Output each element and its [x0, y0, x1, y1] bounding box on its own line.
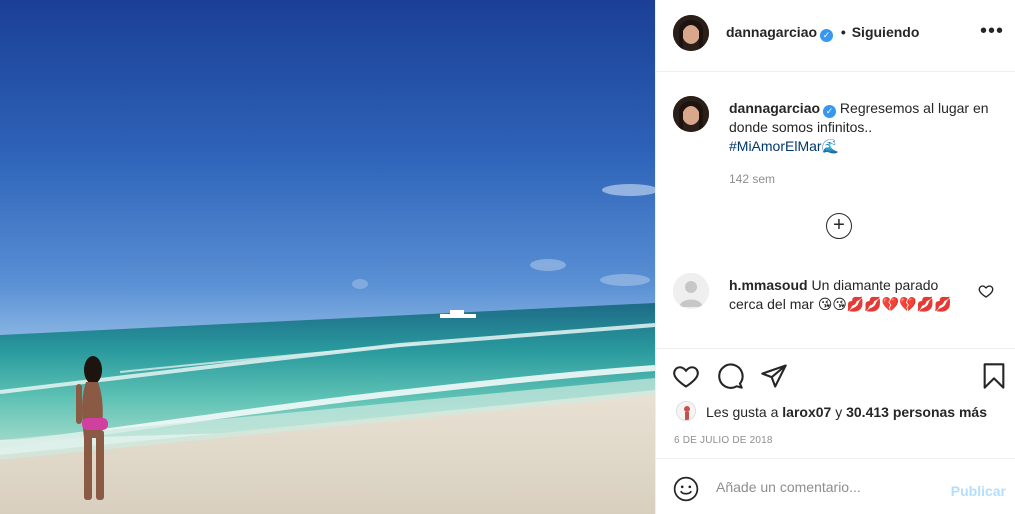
- likes-count[interactable]: 30.413 personas más: [846, 404, 987, 420]
- author-username[interactable]: dannagarciao ✓ • Siguiendo: [726, 24, 919, 42]
- verified-badge-icon: ✓: [820, 29, 834, 42]
- comment-icon[interactable]: [716, 362, 744, 390]
- more-options-icon[interactable]: •••: [980, 20, 1004, 43]
- caption-timestamp[interactable]: 142 sem: [729, 172, 775, 186]
- liker-avatar[interactable]: [676, 401, 696, 421]
- avatar-image: [677, 402, 695, 420]
- verified-badge-icon: ✓: [823, 105, 837, 118]
- liker-username[interactable]: larox07: [782, 404, 831, 420]
- beach-photo: [0, 0, 655, 514]
- comment-item: h.mmasoud Un diamante parado cerca del m…: [729, 276, 974, 315]
- caption-username[interactable]: dannagarciao: [729, 100, 820, 116]
- publish-button[interactable]: Publicar: [951, 483, 1006, 499]
- comment-like-heart-icon[interactable]: [978, 283, 994, 299]
- action-bar: Les gusta a larox07 y 30.413 personas má…: [656, 348, 1015, 458]
- follow-status-button[interactable]: Siguiendo: [852, 24, 920, 40]
- post-date[interactable]: 6 DE JULIO DE 2018: [674, 435, 773, 446]
- likes-connector: y: [835, 404, 843, 420]
- default-avatar-icon: [673, 273, 709, 309]
- comment-composer: Publicar: [656, 458, 1015, 514]
- post-photo[interactable]: [0, 0, 655, 514]
- separator-dot: •: [840, 24, 846, 40]
- heart-icon[interactable]: [672, 362, 700, 390]
- comment-username[interactable]: h.mmasoud: [729, 277, 808, 293]
- avatar-image: [673, 15, 709, 51]
- bookmark-icon[interactable]: [980, 362, 1008, 390]
- username-text[interactable]: dannagarciao: [726, 24, 817, 40]
- commenter-avatar[interactable]: [673, 273, 709, 309]
- emoji-icon[interactable]: [673, 476, 699, 502]
- instagram-post-modal: dannagarciao ✓ • Siguiendo ••• dannagarci…: [0, 0, 1015, 514]
- author-avatar[interactable]: [673, 15, 709, 51]
- avatar-image: [673, 96, 709, 132]
- caption-author-avatar[interactable]: [673, 96, 709, 132]
- hashtag-link[interactable]: #MiAmorElMar: [729, 138, 822, 154]
- load-more-comments-icon[interactable]: +: [826, 213, 852, 239]
- post-header: dannagarciao ✓ • Siguiendo •••: [656, 0, 1015, 72]
- likes-summary: Les gusta a larox07 y 30.413 personas má…: [706, 404, 987, 420]
- wave-emoji: 🌊: [821, 139, 840, 155]
- post-sidebar: dannagarciao ✓ • Siguiendo ••• dannagarci…: [655, 0, 1015, 514]
- comment-input[interactable]: [716, 475, 936, 499]
- comment-emojis: 😘😘💋💋💔💔💋💋: [817, 297, 952, 313]
- post-caption: dannagarciao ✓ Regresemos al lugar en don…: [729, 99, 994, 157]
- likes-prefix: Les gusta a: [706, 404, 779, 420]
- share-icon[interactable]: [760, 362, 788, 390]
